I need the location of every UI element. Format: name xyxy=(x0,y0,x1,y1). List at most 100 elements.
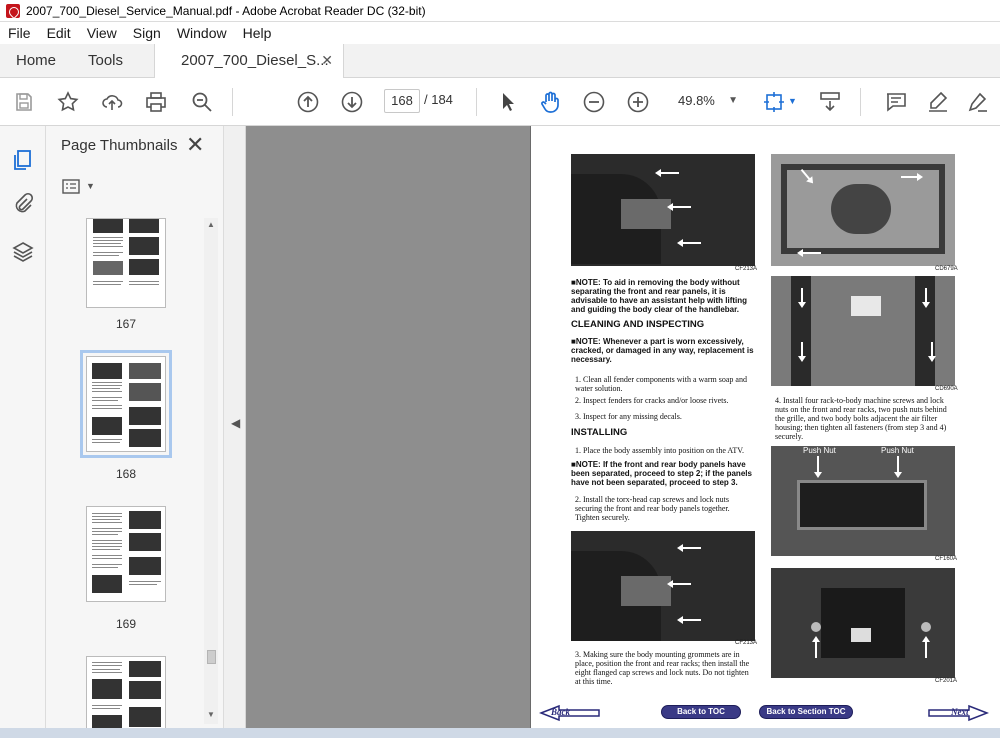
menu-help[interactable]: Help xyxy=(235,25,280,41)
next-page-icon[interactable] xyxy=(340,90,364,114)
thumbnails-panel: Page Thumbnails ✕ ▼ 167 168 169 ▲ ▼ xyxy=(46,126,224,738)
tab-close-button[interactable]: ✕ xyxy=(321,44,333,77)
tab-home[interactable]: Home xyxy=(16,44,56,78)
zoom-out-icon[interactable] xyxy=(582,90,606,114)
fit-page-chevron-icon[interactable]: ▼ xyxy=(788,96,797,106)
image-code: CF213A xyxy=(735,266,758,272)
comment-icon[interactable] xyxy=(884,90,908,114)
back-nav-button[interactable]: Back xyxy=(538,704,600,722)
photo-body-panel-top xyxy=(571,154,755,266)
heading-installing: INSTALLING xyxy=(571,427,628,438)
panel-collapse-handle[interactable]: ◀ xyxy=(224,126,246,738)
thumbnails-close-button[interactable]: ✕ xyxy=(186,132,204,158)
back-to-section-toc-button[interactable]: Back to Section TOC xyxy=(759,705,853,719)
chevron-left-icon: ◀ xyxy=(231,416,241,430)
toolbar: 168 / 184 49.8% ▼ ▼ xyxy=(0,78,1000,126)
share-upload-icon[interactable] xyxy=(100,90,124,114)
thumbnail-page-169[interactable] xyxy=(86,506,166,602)
highlight-pen-icon[interactable] xyxy=(926,90,950,114)
save-icon[interactable] xyxy=(12,90,36,114)
photo-push-nuts: Push Nut Push Nut xyxy=(771,446,955,556)
photo-body-panel-bottom xyxy=(571,531,755,641)
acrobat-window: 2007_700_Diesel_Service_Manual.pdf - Ado… xyxy=(0,0,1000,738)
zoom-search-icon[interactable] xyxy=(190,90,214,114)
thumbnail-page-168[interactable] xyxy=(80,350,172,458)
install-step-4: 4. Install four rack-to-body machine scr… xyxy=(775,396,947,441)
thumbnail-label-168: 168 xyxy=(115,467,137,481)
next-label: Next xyxy=(951,707,969,717)
photo-rack-frame xyxy=(771,154,955,266)
toolbar-divider xyxy=(476,88,477,116)
menu-file[interactable]: File xyxy=(0,25,39,41)
sign-pen-icon[interactable] xyxy=(966,90,990,114)
menu-window[interactable]: Window xyxy=(169,25,235,41)
zoom-level-value: 49.8% xyxy=(678,93,715,108)
thumbnail-label-169: 169 xyxy=(115,617,137,631)
windows-taskbar xyxy=(0,728,1000,738)
previous-page-icon[interactable] xyxy=(296,90,320,114)
chevron-down-icon: ▼ xyxy=(728,95,738,106)
tab-tools[interactable]: Tools xyxy=(88,44,123,78)
push-nut-label-left: Push Nut xyxy=(803,446,836,455)
attachments-paperclip-icon[interactable] xyxy=(11,192,35,216)
chevron-down-icon: ▼ xyxy=(86,181,95,191)
back-to-toc-button[interactable]: Back to TOC xyxy=(661,705,741,719)
window-title: 2007_700_Diesel_Service_Manual.pdf - Ado… xyxy=(26,3,426,18)
scroll-up-arrow-icon[interactable]: ▲ xyxy=(207,220,215,229)
document-view[interactable]: CF213A CD679A CD690A ■NOTE: To aid in re… xyxy=(246,126,1000,738)
clean-step-1: 1. Clean all fender components with a wa… xyxy=(575,375,747,393)
page-total: / 184 xyxy=(424,92,453,107)
thumbnail-label-167: 167 xyxy=(115,317,137,331)
install-step-1: 1. Place the body assembly into position… xyxy=(575,446,744,455)
thumbnail-page-167[interactable] xyxy=(86,218,166,308)
scrollbar-thumb[interactable] xyxy=(207,650,216,664)
note-removing-body: ■NOTE: To aid in removing the body witho… xyxy=(571,278,748,314)
title-bar: 2007_700_Diesel_Service_Manual.pdf - Ado… xyxy=(0,0,1000,22)
image-code: CD679A xyxy=(935,266,958,272)
toolbar-divider xyxy=(232,88,233,116)
thumbnail-page-170[interactable] xyxy=(86,656,166,738)
hand-tool-icon[interactable] xyxy=(538,90,562,114)
heading-cleaning-inspecting: CLEANING AND INSPECTING xyxy=(571,319,705,330)
scroll-down-arrow-icon[interactable]: ▼ xyxy=(207,710,215,719)
back-label: Back xyxy=(551,707,570,717)
left-nav-rail xyxy=(0,126,46,738)
fit-page-icon[interactable] xyxy=(762,90,786,114)
note-panels-separated: ■NOTE: If the front and rear body panels… xyxy=(571,460,752,487)
thumbnail-options-button[interactable]: ▼ xyxy=(62,178,98,198)
select-cursor-icon[interactable] xyxy=(496,90,520,114)
scroll-mode-icon[interactable] xyxy=(818,90,842,114)
back-arrow-icon xyxy=(538,704,600,722)
tab-document[interactable]: 2007_700_Diesel_S... ✕ xyxy=(154,44,344,79)
zoom-level-select[interactable]: 49.8% ▼ xyxy=(672,89,742,113)
image-code: CF213A xyxy=(735,640,758,646)
bookmark-star-icon[interactable] xyxy=(56,90,80,114)
toolbar-divider xyxy=(860,88,861,116)
thumbnails-scrollbar[interactable]: ▲ ▼ xyxy=(204,218,218,724)
page-number-input[interactable]: 168 xyxy=(384,89,420,113)
page-thumbnails-icon[interactable] xyxy=(11,148,35,172)
acrobat-logo-icon xyxy=(6,3,20,18)
photo-front-grille xyxy=(771,568,955,678)
menu-view[interactable]: View xyxy=(79,25,125,41)
note-worn-part: ■NOTE: Whenever a part is worn excessive… xyxy=(571,337,754,364)
tab-document-label: 2007_700_Diesel_S... xyxy=(181,52,329,69)
tab-bar: Home Tools 2007_700_Diesel_S... ✕ xyxy=(0,44,1000,79)
image-code: CF160A xyxy=(935,556,958,562)
next-nav-button[interactable]: Next xyxy=(927,704,990,722)
zoom-in-icon[interactable] xyxy=(626,90,650,114)
clean-step-2: 2. Inspect fenders for cracks and/or loo… xyxy=(575,396,729,405)
image-code: CD690A xyxy=(935,386,958,392)
push-nut-label-right: Push Nut xyxy=(881,446,914,455)
install-step-3: 3. Making sure the body mounting grommet… xyxy=(575,650,750,686)
thumbnail-options-icon xyxy=(62,179,80,194)
menu-sign[interactable]: Sign xyxy=(125,25,169,41)
print-icon[interactable] xyxy=(144,90,168,114)
layers-icon[interactable] xyxy=(11,240,35,264)
pdf-page: CF213A CD679A CD690A ■NOTE: To aid in re… xyxy=(530,126,1000,738)
thumbnails-title: Page Thumbnails xyxy=(61,137,178,154)
photo-rear-rack xyxy=(771,276,955,386)
menu-edit[interactable]: Edit xyxy=(39,25,79,41)
clean-step-3: 3. Inspect for any missing decals. xyxy=(575,412,682,421)
install-step-2: 2. Install the torx-head cap screws and … xyxy=(575,495,730,522)
